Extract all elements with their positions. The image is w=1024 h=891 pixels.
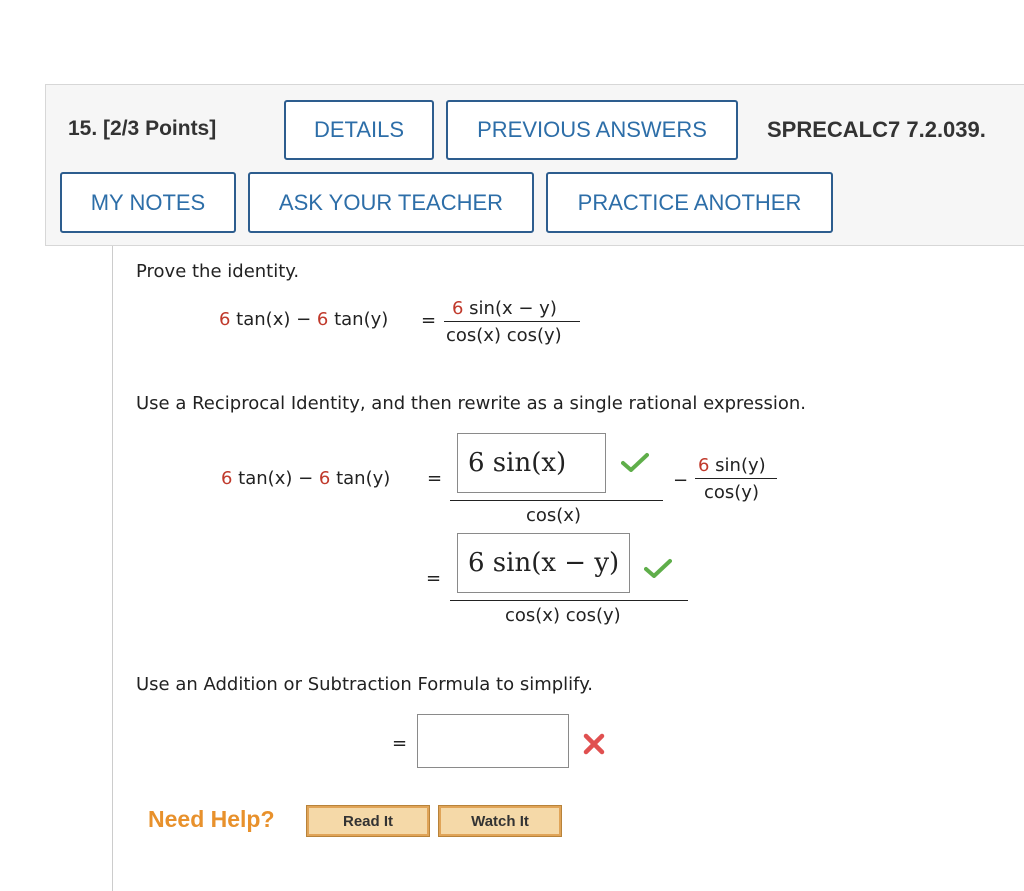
identity-lhs: 6 tan(x) − 6 tan(y) — [219, 309, 389, 330]
identity-coef-2: 6 — [316, 309, 329, 330]
check-icon — [644, 559, 672, 578]
answer-input-1[interactable]: 6 sin(x) — [457, 433, 606, 493]
step1-lhs: 6 tan(x) − 6 tan(y) — [221, 468, 391, 489]
identity-equals: = — [421, 310, 437, 331]
prove-instruction: Prove the identity. — [136, 261, 300, 282]
ask-your-teacher-button[interactable]: ASK YOUR TEACHER — [248, 172, 534, 233]
step2-equals: = — [392, 733, 408, 754]
step1-denominator-2: cos(x) cos(y) — [505, 605, 621, 626]
step1-term2-numerator: 6 sin(y) — [698, 455, 766, 476]
step1-minus: − — [673, 470, 689, 491]
step1-fraction-bar-2 — [450, 600, 688, 601]
read-it-button[interactable]: Read It — [306, 805, 430, 837]
answer-input-2[interactable]: 6 sin(x − y) — [457, 533, 630, 593]
step1-equals-2: = — [426, 568, 442, 589]
step1-equals: = — [427, 468, 443, 489]
previous-answers-button[interactable]: PREVIOUS ANSWERS — [446, 100, 738, 160]
step1-instruction: Use a Reciprocal Identity, and then rewr… — [136, 393, 806, 414]
step1-denominator-1: cos(x) — [526, 505, 581, 526]
my-notes-button[interactable]: MY NOTES — [60, 172, 236, 233]
details-button[interactable]: DETAILS — [284, 100, 434, 160]
practice-another-button[interactable]: PRACTICE ANOTHER — [546, 172, 833, 233]
check-icon — [621, 453, 649, 472]
identity-rhs-numerator: 6 sin(x − y) — [452, 298, 557, 319]
step2-instruction: Use an Addition or Subtraction Formula t… — [136, 674, 594, 695]
points-label: [2/3 Points] — [103, 117, 217, 140]
identity-rhs-denominator: cos(x) cos(y) — [446, 325, 562, 346]
incorrect-x-icon — [583, 733, 605, 755]
step1-fraction-bar-1 — [450, 500, 663, 501]
content-left-border — [112, 246, 113, 891]
question-number-points: 15. [2/3 Points] — [68, 117, 216, 141]
problem-code: SPRECALC7 7.2.039. — [767, 117, 986, 142]
step1-term2-bar — [695, 478, 777, 479]
identity-fraction-bar — [444, 321, 580, 322]
question-number: 15. — [68, 117, 98, 140]
identity-coef-1: 6 — [219, 309, 231, 330]
watch-it-button[interactable]: Watch It — [438, 805, 562, 837]
step1-term2-denominator: cos(y) — [704, 482, 759, 503]
answer-input-3[interactable] — [417, 714, 569, 768]
need-help-label: Need Help? — [148, 806, 275, 832]
